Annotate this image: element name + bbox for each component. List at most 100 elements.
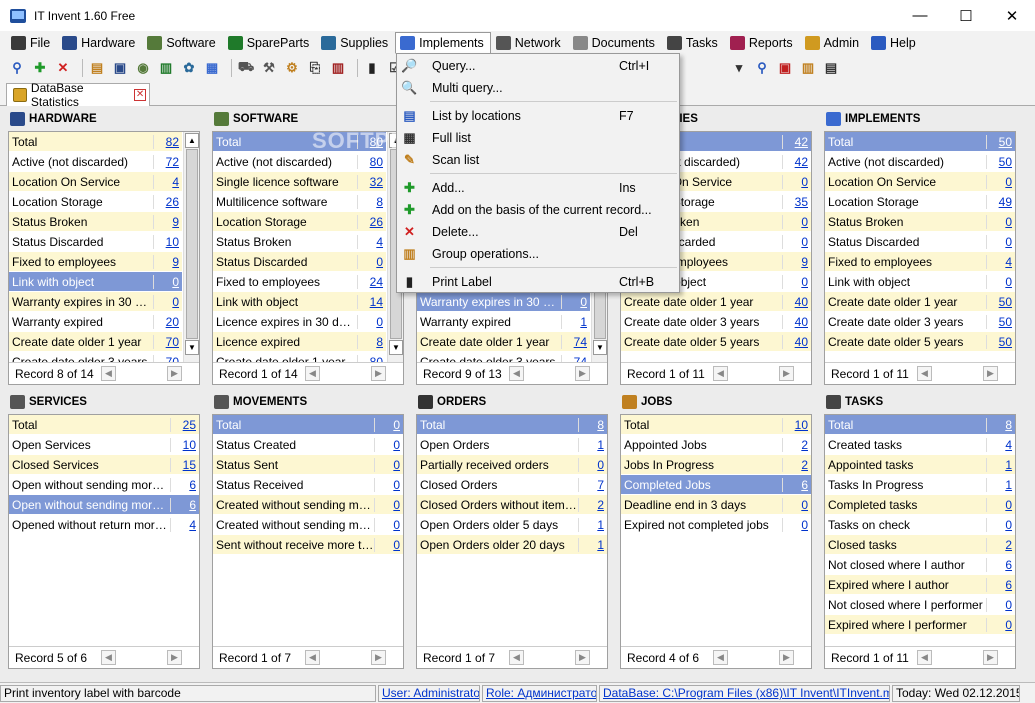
stat-value-link[interactable]: 8 bbox=[357, 194, 383, 209]
stat-row[interactable]: Create date older 1 year 70 bbox=[9, 332, 182, 352]
stat-row[interactable]: Not closed where I author 6 bbox=[825, 555, 1015, 575]
stat-row[interactable]: Fixed to employees 24 bbox=[213, 272, 386, 292]
stat-row[interactable]: Create date older 3 years 40 bbox=[621, 312, 811, 332]
stat-value-link[interactable]: 40 bbox=[782, 314, 808, 329]
status-role[interactable]: Role: Администратор bbox=[482, 684, 597, 702]
stat-value-link[interactable]: 10 bbox=[170, 437, 196, 452]
delete-icon[interactable]: ✕ bbox=[54, 59, 72, 77]
stat-value-link[interactable]: 1 bbox=[561, 314, 587, 329]
stat-value-link[interactable]: 40 bbox=[782, 294, 808, 309]
scroll-down-icon[interactable]: ▼ bbox=[389, 340, 403, 355]
stat-value-link[interactable]: 0 bbox=[986, 234, 1012, 249]
stat-value-link[interactable]: 4 bbox=[170, 517, 196, 532]
stat-row[interactable]: Closed tasks 2 bbox=[825, 535, 1015, 555]
stat-value-link[interactable]: 0 bbox=[374, 457, 400, 472]
stat-value-link[interactable]: 20 bbox=[153, 314, 179, 329]
stat-row[interactable]: Closed Orders without items a... 2 bbox=[417, 495, 607, 515]
menu-item-multi-query[interactable]: 🔍 Multi query... bbox=[397, 77, 679, 99]
stat-row[interactable]: Create date older 1 year 74 bbox=[417, 332, 590, 352]
tab-close-icon[interactable]: ✕ bbox=[134, 89, 147, 101]
menu-item-scan-list[interactable]: ✎ Scan list bbox=[397, 149, 679, 171]
stat-value-link[interactable]: 40 bbox=[782, 334, 808, 349]
computer-icon[interactable]: ▣ bbox=[111, 59, 129, 77]
list-icon[interactable]: ▤ bbox=[88, 59, 106, 77]
stat-value-link[interactable]: 72 bbox=[153, 154, 179, 169]
menu-documents[interactable]: Documents bbox=[568, 32, 662, 54]
stat-row[interactable]: Status Broken 9 bbox=[9, 212, 182, 232]
next-record-icon[interactable]: ▶ bbox=[779, 366, 794, 381]
stat-row[interactable]: Total 82 bbox=[9, 132, 182, 152]
stat-row[interactable]: Status Received 0 bbox=[213, 475, 403, 495]
stat-row[interactable]: Total 0 bbox=[213, 415, 403, 435]
stat-value-link[interactable]: 0 bbox=[357, 314, 383, 329]
scan-icon[interactable]: ⚲ bbox=[753, 59, 771, 77]
stat-value-link[interactable]: 0 bbox=[374, 497, 400, 512]
stat-value-link[interactable]: 0 bbox=[374, 477, 400, 492]
software-disc-icon[interactable]: ◉ bbox=[134, 59, 152, 77]
stat-row[interactable]: Status Broken 4 bbox=[213, 232, 386, 252]
stat-value-link[interactable]: 1 bbox=[578, 517, 604, 532]
stat-value-link[interactable]: 26 bbox=[357, 214, 383, 229]
paperclip-icon[interactable]: ⎘ bbox=[306, 59, 324, 77]
stat-row[interactable]: Create date older 3 years 50 bbox=[825, 312, 1015, 332]
stat-row[interactable]: Location Storage 26 bbox=[213, 212, 386, 232]
stat-value-link[interactable]: 2 bbox=[782, 437, 808, 452]
stat-row[interactable]: Licence expires in 30 days 0 bbox=[213, 312, 386, 332]
menu-item-query[interactable]: 🔎 Query... Ctrl+I bbox=[397, 55, 679, 77]
stat-value-link[interactable]: 6 bbox=[170, 477, 196, 492]
stat-row[interactable]: Status Broken 0 bbox=[825, 212, 1015, 232]
stat-value-link[interactable]: 0 bbox=[374, 437, 400, 452]
stat-value-link[interactable]: 50 bbox=[986, 334, 1012, 349]
stat-value-link[interactable]: 15 bbox=[170, 457, 196, 472]
stat-row[interactable]: Not closed where I performer 0 bbox=[825, 595, 1015, 615]
search-icon[interactable]: ⚲ bbox=[8, 59, 26, 77]
prev-record-icon[interactable]: ◀ bbox=[713, 650, 728, 665]
stat-row[interactable]: Active (not discarded) 50 bbox=[825, 152, 1015, 172]
stat-row[interactable]: Open Orders 1 bbox=[417, 435, 607, 455]
stat-row[interactable]: Create date older 5 years 40 bbox=[621, 332, 811, 352]
close-button[interactable]: ✕ bbox=[989, 0, 1035, 31]
stat-row[interactable]: Link with object 0 bbox=[9, 272, 182, 292]
stat-row[interactable]: Opened without return more th... 4 bbox=[9, 515, 199, 535]
stat-value-link[interactable]: 6 bbox=[986, 557, 1012, 572]
stat-value-link[interactable]: 0 bbox=[153, 294, 179, 309]
stat-row[interactable]: Total 25 bbox=[9, 415, 199, 435]
stat-value-link[interactable]: 80 bbox=[357, 154, 383, 169]
stat-row[interactable]: Completed Jobs 6 bbox=[621, 475, 811, 495]
next-record-icon[interactable]: ▶ bbox=[575, 650, 590, 665]
prev-record-icon[interactable]: ◀ bbox=[713, 366, 728, 381]
stat-value-link[interactable]: 9 bbox=[153, 254, 179, 269]
stat-row[interactable]: Create date older 1 year 40 bbox=[621, 292, 811, 312]
stat-value-link[interactable]: 1 bbox=[986, 477, 1012, 492]
stat-value-link[interactable]: 49 bbox=[986, 194, 1012, 209]
stat-row[interactable]: Link with object 0 bbox=[825, 272, 1015, 292]
stat-value-link[interactable]: 10 bbox=[782, 417, 808, 432]
stat-row[interactable]: Total 8 bbox=[825, 415, 1015, 435]
next-record-icon[interactable]: ▶ bbox=[371, 366, 386, 381]
stat-row[interactable]: Tasks In Progress 1 bbox=[825, 475, 1015, 495]
next-record-icon[interactable]: ▶ bbox=[575, 366, 590, 381]
add-icon[interactable]: ✚ bbox=[31, 59, 49, 77]
menu-item-add[interactable]: ✚ Add... Ins bbox=[397, 177, 679, 199]
stat-row[interactable]: Appointed tasks 1 bbox=[825, 455, 1015, 475]
prev-record-icon[interactable]: ◀ bbox=[305, 366, 320, 381]
prev-record-icon[interactable]: ◀ bbox=[917, 650, 932, 665]
stat-row[interactable]: Link with object 14 bbox=[213, 292, 386, 312]
stat-value-link[interactable]: 9 bbox=[153, 214, 179, 229]
stat-row[interactable]: Open Orders older 20 days 1 bbox=[417, 535, 607, 555]
stat-value-link[interactable]: 0 bbox=[986, 214, 1012, 229]
menu-implements[interactable]: Implements bbox=[395, 32, 491, 54]
prev-record-icon[interactable]: ◀ bbox=[509, 366, 524, 381]
stat-row[interactable]: Closed Orders 7 bbox=[417, 475, 607, 495]
next-record-icon[interactable]: ▶ bbox=[983, 650, 998, 665]
stat-value-link[interactable]: 50 bbox=[986, 154, 1012, 169]
stat-value-link[interactable]: 24 bbox=[357, 274, 383, 289]
stat-value-link[interactable]: 32 bbox=[357, 174, 383, 189]
prev-record-icon[interactable]: ◀ bbox=[917, 366, 932, 381]
menu-item-list-by-locations[interactable]: ▤ List by locations F7 bbox=[397, 105, 679, 127]
prev-record-icon[interactable]: ◀ bbox=[509, 650, 524, 665]
tools-icon[interactable]: ⚙ bbox=[283, 59, 301, 77]
next-record-icon[interactable]: ▶ bbox=[167, 650, 182, 665]
prev-record-icon[interactable]: ◀ bbox=[101, 650, 116, 665]
stat-value-link[interactable]: 8 bbox=[578, 417, 604, 432]
